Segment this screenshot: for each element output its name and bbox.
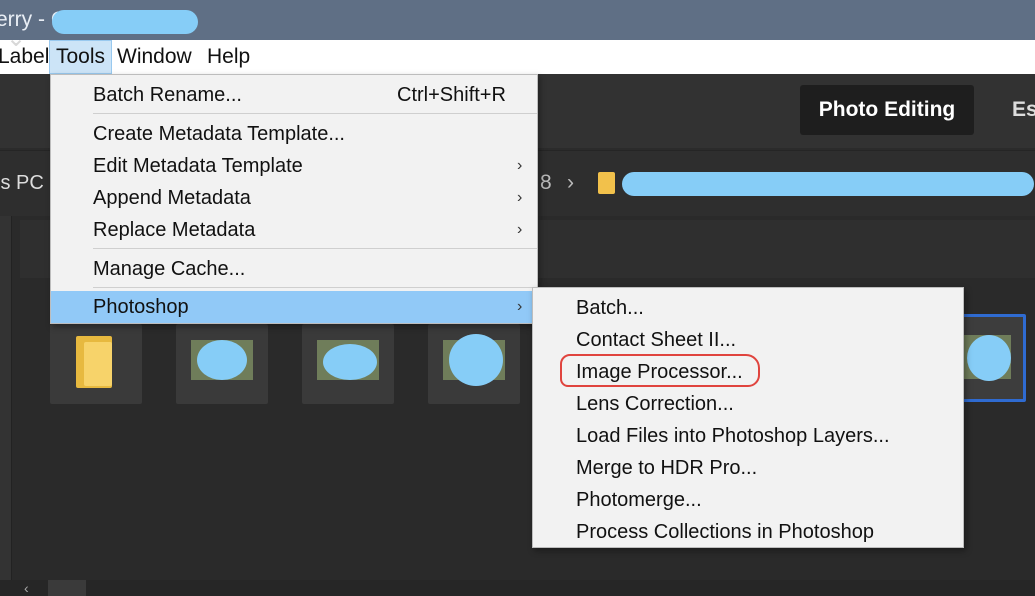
menu-bar: Label Tools Window Help xyxy=(0,40,1035,74)
submenu-item-merge-to-hdr-pro[interactable]: Merge to HDR Pro... xyxy=(576,452,757,484)
tools-menu: Batch Rename... Ctrl+Shift+R Create Meta… xyxy=(50,74,538,324)
thumbnail-image[interactable] xyxy=(302,324,394,404)
annotation-highlight-oval xyxy=(560,354,760,387)
chevron-down-icon[interactable]: ⌄ xyxy=(6,24,26,53)
horizontal-scrollbar[interactable] xyxy=(0,580,1035,596)
menu-item-label: Create Metadata Template... xyxy=(93,123,345,145)
menu-separator xyxy=(93,248,537,249)
path-separator-icon: › xyxy=(567,171,574,194)
menu-item-label: Manage Cache... xyxy=(93,258,246,280)
redaction-scribble xyxy=(52,10,198,34)
menu-item-label: Append Metadata xyxy=(93,187,251,209)
path-segment-this-pc[interactable]: is PC xyxy=(0,172,44,195)
menu-item-batch-rename[interactable]: Batch Rename... Ctrl+Shift+R xyxy=(51,79,537,111)
redaction-scribble xyxy=(622,172,1034,196)
image-thumbnail xyxy=(961,335,1011,381)
menu-item-manage-cache[interactable]: Manage Cache... xyxy=(51,253,537,285)
submenu-arrow-icon: › xyxy=(517,189,523,206)
folder-icon xyxy=(598,172,615,194)
workspace-photo-editing-button[interactable]: Photo Editing xyxy=(800,85,974,135)
thumbnail-image[interactable] xyxy=(176,324,268,404)
submenu-item-lens-correction[interactable]: Lens Correction... xyxy=(576,388,734,420)
menu-item-shortcut: Ctrl+Shift+R xyxy=(397,84,506,106)
image-thumbnail xyxy=(317,340,379,380)
left-panel-edge xyxy=(0,216,12,580)
menu-separator xyxy=(93,113,537,114)
menu-item-append-metadata[interactable]: Append Metadata › xyxy=(51,182,537,214)
menu-help[interactable]: Help xyxy=(201,40,256,74)
submenu-arrow-icon: › xyxy=(517,221,523,238)
submenu-item-batch[interactable]: Batch... xyxy=(576,292,644,324)
menu-item-label: Replace Metadata xyxy=(93,219,256,241)
submenu-item-process-collections[interactable]: Process Collections in Photoshop xyxy=(576,516,874,548)
image-thumbnail xyxy=(191,340,253,380)
menu-item-create-metadata-template[interactable]: Create Metadata Template... xyxy=(51,118,537,150)
submenu-arrow-icon: › xyxy=(517,157,523,174)
path-segment[interactable]: 8 xyxy=(540,171,552,195)
submenu-item-load-files-into-layers[interactable]: Load Files into Photoshop Layers... xyxy=(576,420,890,452)
thumbnail-folder[interactable] xyxy=(50,324,142,404)
submenu-item-contact-sheet[interactable]: Contact Sheet II... xyxy=(576,324,736,356)
thumbnail-image-selected[interactable] xyxy=(956,314,1026,402)
submenu-arrow-icon: › xyxy=(517,298,523,315)
menu-window[interactable]: Window xyxy=(111,40,198,74)
title-bar: erry - C xyxy=(0,0,1035,40)
scroll-left-icon[interactable]: ‹ xyxy=(24,580,29,596)
menu-separator xyxy=(93,287,537,288)
menu-item-label: Batch Rename... xyxy=(93,84,242,106)
menu-item-label: Photoshop xyxy=(93,296,189,318)
menu-item-label: Edit Metadata Template xyxy=(93,155,303,177)
menu-tools[interactable]: Tools xyxy=(49,40,113,74)
folder-icon xyxy=(76,336,112,388)
photoshop-submenu: Batch... Contact Sheet II... Image Proce… xyxy=(532,287,964,548)
menu-item-photoshop[interactable]: Photoshop › xyxy=(51,291,537,323)
image-thumbnail xyxy=(443,334,505,386)
thumbnail-image[interactable] xyxy=(428,324,520,404)
menu-item-edit-metadata-template[interactable]: Edit Metadata Template › xyxy=(51,150,537,182)
scroll-thumb[interactable] xyxy=(48,580,86,596)
menu-item-replace-metadata[interactable]: Replace Metadata › xyxy=(51,214,537,246)
submenu-item-photomerge[interactable]: Photomerge... xyxy=(576,484,702,516)
workspace-next-button[interactable]: Es xyxy=(1012,85,1035,135)
